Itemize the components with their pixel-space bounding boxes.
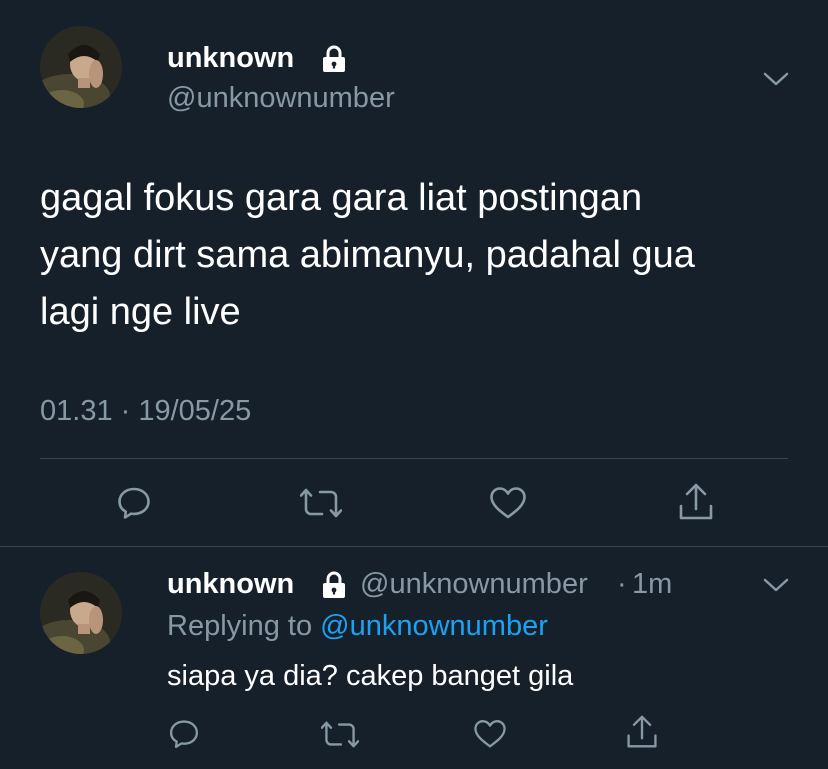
share-button[interactable] [674,480,718,524]
author-name[interactable]: unknown [167,42,294,75]
replying-to: Replying to @unknownumber [167,610,548,643]
lock-icon [320,44,348,79]
lock-icon [320,570,348,605]
retweet-button[interactable] [318,716,362,752]
tweet-thread: unknown @unknownumber gagal fokus gara g… [0,0,828,769]
like-button[interactable] [486,482,530,524]
reply-avatar[interactable] [40,572,122,654]
comment-icon [118,487,150,519]
tweet-text-line: gagal fokus gara gara liat postingan [40,177,643,219]
retweet-icon [321,721,359,747]
reply-separator: · [617,568,627,600]
reply-author-handle[interactable]: @unknownumber [360,568,588,601]
retweet-button[interactable] [298,482,344,524]
retweet-icon [300,488,342,518]
share-icon [679,483,713,520]
divider [0,546,828,547]
avatar[interactable] [40,26,122,108]
chevron-down-icon[interactable] [762,70,790,93]
chevron-down-icon[interactable] [762,576,790,599]
heart-icon [490,487,526,519]
heart-icon [474,720,506,748]
reply-button[interactable] [164,716,204,752]
comment-icon [169,720,199,749]
author-handle[interactable]: @unknownumber [167,82,395,115]
reply-button[interactable] [112,482,156,524]
tweet-text-line: yang dirt sama abimanyu, padahal gua [40,234,695,276]
like-button[interactable] [470,716,510,752]
share-button[interactable] [622,712,662,752]
reply-text: siapa ya dia? cakep banget gila [167,660,574,692]
replying-mention[interactable]: @unknownumber [320,610,548,642]
reply-author-name[interactable]: unknown [167,568,294,601]
tweet-text: gagal fokus gara gara liat postingan yan… [40,170,800,341]
tweet-timestamp[interactable]: 01.31 · 19/05/25 [40,395,251,428]
replying-prefix: Replying to [167,610,321,642]
reply-time[interactable]: 1m [632,568,672,601]
tweet-text-line: lagi nge live [40,291,241,333]
divider [40,458,788,459]
share-icon [627,715,657,748]
